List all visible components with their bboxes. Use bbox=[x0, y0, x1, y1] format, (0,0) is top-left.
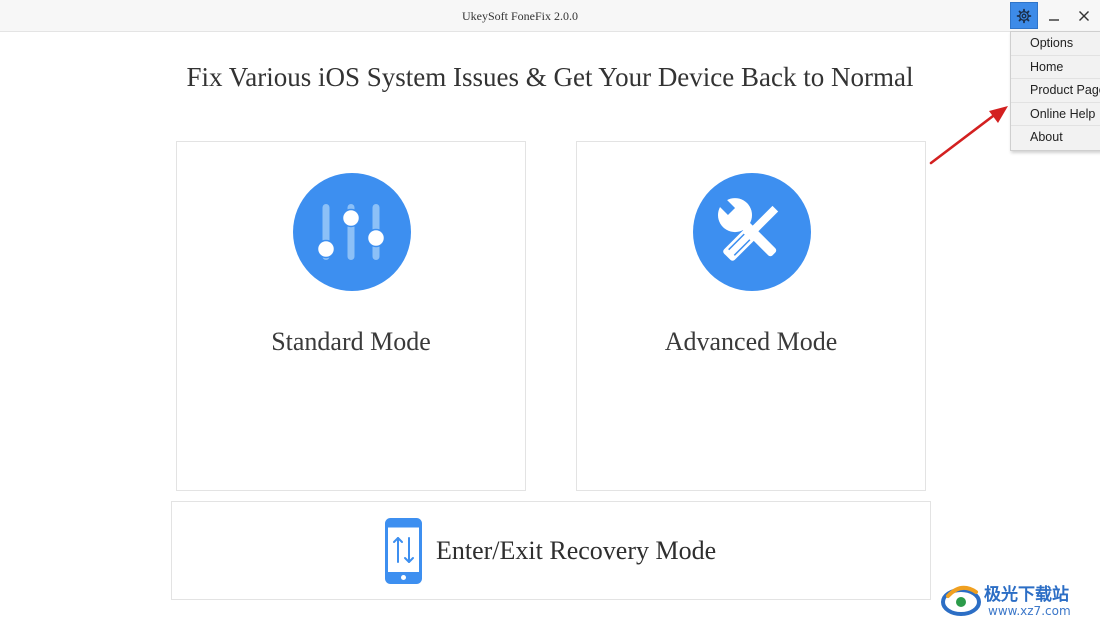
advanced-mode-icon-circle bbox=[693, 173, 811, 291]
standard-mode-icon-circle bbox=[293, 173, 411, 291]
close-button[interactable] bbox=[1070, 2, 1098, 29]
page-headline: Fix Various iOS System Issues & Get Your… bbox=[186, 62, 914, 92]
menu-item-options[interactable]: Options bbox=[1011, 32, 1100, 56]
minimize-button[interactable] bbox=[1040, 2, 1068, 29]
window-title: UkeySoft FoneFix 2.0.0 bbox=[461, 9, 578, 23]
advanced-mode-card[interactable]: Advanced Mode bbox=[576, 141, 926, 491]
minimize-icon bbox=[1049, 18, 1059, 21]
watermark: 极光下载站 www.xz7.com bbox=[940, 576, 1098, 626]
recovery-mode-label: Enter/Exit Recovery Mode bbox=[436, 536, 717, 565]
close-icon bbox=[1079, 10, 1089, 21]
recovery-mode-card[interactable]: Enter/Exit Recovery Mode bbox=[171, 501, 931, 600]
title-bar: UkeySoft FoneFix 2.0.0 bbox=[0, 0, 1100, 32]
tools-icon bbox=[715, 195, 779, 261]
settings-button[interactable] bbox=[1010, 2, 1038, 29]
advanced-mode-label: Advanced Mode bbox=[664, 327, 838, 356]
watermark-url: www.xz7.com bbox=[988, 604, 1071, 618]
sliders-icon bbox=[316, 204, 386, 260]
standard-mode-card[interactable]: Standard Mode bbox=[176, 141, 526, 491]
watermark-title: 极光下载站 bbox=[984, 585, 1069, 605]
menu-item-online-help[interactable]: Online Help bbox=[1011, 103, 1100, 127]
gear-icon bbox=[1016, 8, 1032, 23]
phone-transfer-icon bbox=[385, 518, 422, 584]
watermark-logo-icon bbox=[941, 585, 981, 616]
standard-mode-label: Standard Mode bbox=[271, 327, 431, 356]
annotation-arrow-icon bbox=[929, 106, 1008, 165]
menu-item-about[interactable]: About bbox=[1011, 126, 1100, 150]
